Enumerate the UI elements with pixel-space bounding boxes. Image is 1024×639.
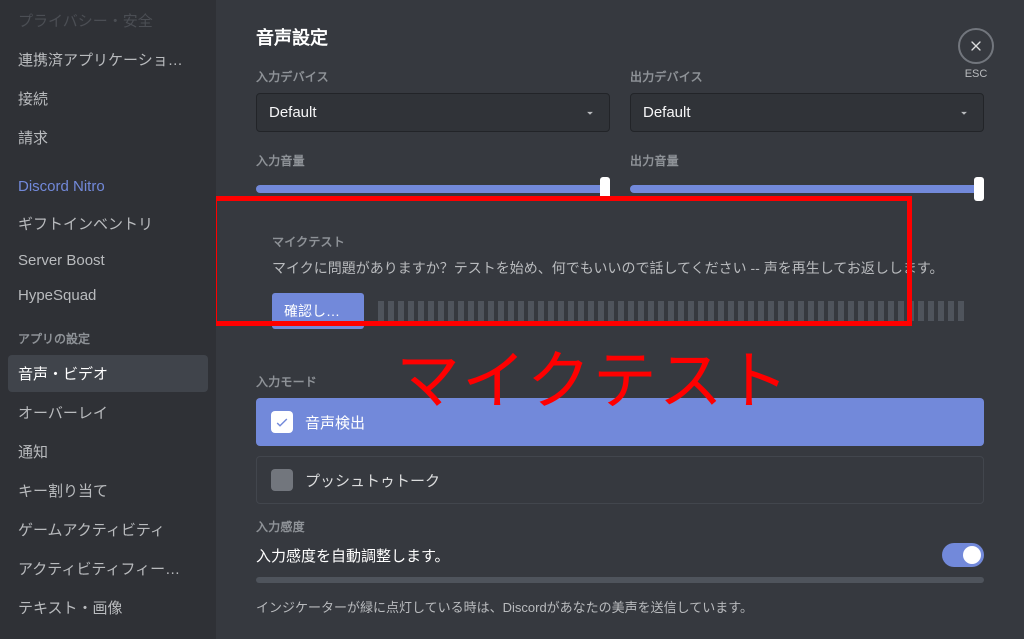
slider-track — [256, 185, 610, 193]
sidebar-item-server-boost[interactable]: Server Boost — [8, 244, 208, 277]
checkbox-checked-icon — [271, 411, 293, 433]
page-title: 音声設定 — [256, 24, 984, 50]
input-device-select[interactable]: Default — [256, 93, 610, 132]
sidebar-item-privacy[interactable]: プライバシー・安全 — [8, 2, 208, 39]
mic-test-heading: マイクテスト — [272, 233, 968, 250]
sidebar-item-theme[interactable]: テーマ — [8, 628, 208, 639]
sidebar-item-game-activity[interactable]: ゲームアクティビティ — [8, 511, 208, 548]
sensitivity-bar — [256, 577, 984, 583]
mic-test-description: マイクに問題がありますか？テストを始め、何でもいいので話してください -- 声を… — [272, 258, 968, 279]
mic-level-meter — [378, 301, 968, 321]
input-volume-label: 入力音量 — [256, 152, 610, 169]
sidebar-item-connections[interactable]: 接続 — [8, 80, 208, 117]
sidebar-item-keybinds[interactable]: キー割り当て — [8, 472, 208, 509]
sidebar-item-billing[interactable]: 請求 — [8, 119, 208, 156]
sidebar-item-voice-video[interactable]: 音声・ビデオ — [8, 355, 208, 392]
input-device-label: 入力デバイス — [256, 68, 610, 85]
sidebar-item-hypesquad[interactable]: HypeSquad — [8, 279, 208, 312]
sidebar-item-notifications[interactable]: 通知 — [8, 433, 208, 470]
output-volume-slider[interactable] — [630, 177, 984, 201]
sensitivity-auto-label: 入力感度を自動調整します。 — [256, 545, 450, 566]
sensitivity-hint: インジケーターが緑に点灯している時は、Discordがあなたの美声を送信していま… — [256, 597, 984, 616]
sidebar-item-linked-apps[interactable]: 連携済アプリケーショ… — [8, 41, 208, 78]
sidebar-item-gift[interactable]: ギフトインベントリ — [8, 205, 208, 242]
settings-main: 音声設定 入力デバイス Default 出力デバイス Default 入力音 — [216, 0, 1024, 639]
toggle-knob — [963, 546, 981, 564]
sensitivity-auto-toggle[interactable] — [942, 543, 984, 567]
input-mode-heading: 入力モード — [256, 373, 984, 390]
output-volume-label: 出力音量 — [630, 152, 984, 169]
settings-sidebar: プライバシー・安全 連携済アプリケーショ… 接続 請求 Discord Nitr… — [0, 0, 216, 639]
output-device-select[interactable]: Default — [630, 93, 984, 132]
sidebar-heading-app: アプリの設定 — [8, 314, 208, 353]
close-label: ESC — [958, 68, 994, 80]
mode-push-to-talk-label: プッシュトゥトーク — [305, 470, 440, 491]
mode-voice-activity-label: 音声検出 — [305, 412, 365, 433]
mic-test-section: マイクテスト マイクに問題がありますか？テストを始め、何でもいいので話してくださ… — [256, 221, 984, 347]
sidebar-item-text-images[interactable]: テキスト・画像 — [8, 589, 208, 626]
sensitivity-heading: 入力感度 — [256, 518, 984, 535]
sidebar-item-activity-feed[interactable]: アクティビティフィー… — [8, 550, 208, 587]
mode-voice-activity[interactable]: 音声検出 — [256, 398, 984, 446]
chevron-down-icon — [583, 106, 597, 120]
output-device-value: Default — [643, 104, 691, 121]
sidebar-item-overlay[interactable]: オーバーレイ — [8, 394, 208, 431]
close-panel: ESC — [958, 28, 994, 80]
close-icon — [968, 38, 984, 54]
input-device-value: Default — [269, 104, 317, 121]
slider-track — [630, 185, 984, 193]
checkbox-empty-icon — [271, 469, 293, 491]
sidebar-item-nitro[interactable]: Discord Nitro — [8, 170, 208, 203]
output-device-label: 出力デバイス — [630, 68, 984, 85]
mode-push-to-talk[interactable]: プッシュトゥトーク — [256, 456, 984, 504]
slider-thumb[interactable] — [974, 177, 984, 201]
slider-thumb[interactable] — [600, 177, 610, 201]
mic-test-button[interactable]: 確認しまし… — [272, 293, 364, 329]
chevron-down-icon — [957, 106, 971, 120]
input-volume-slider[interactable] — [256, 177, 610, 201]
close-button[interactable] — [958, 28, 994, 64]
